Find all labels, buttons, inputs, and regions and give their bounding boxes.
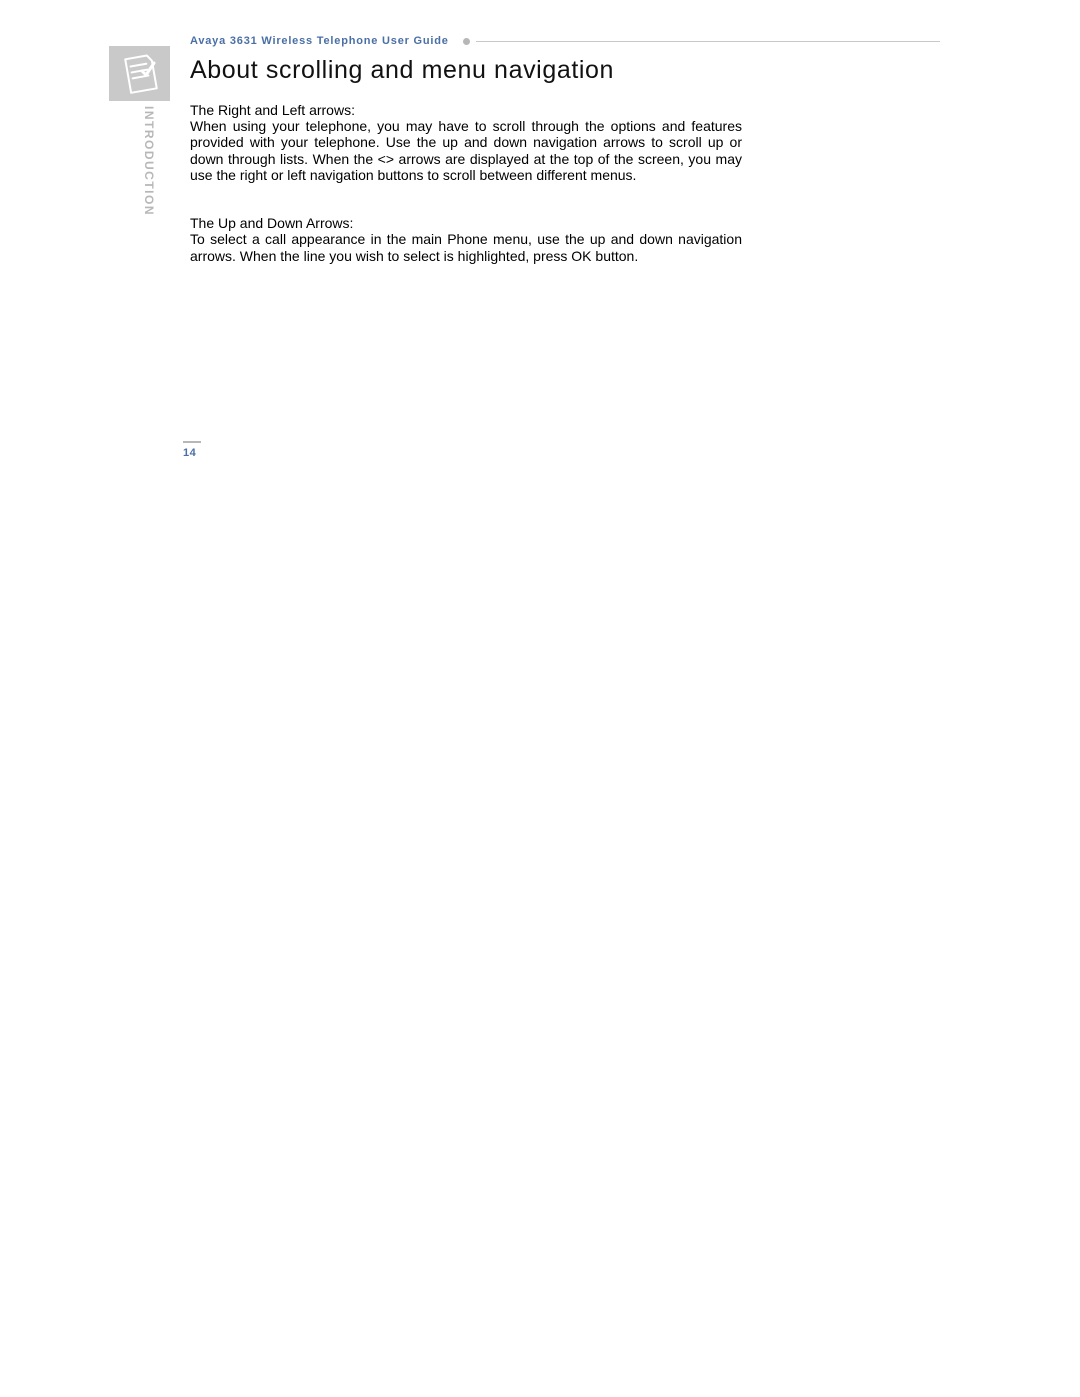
body-content: The Right and Left arrows: When using yo… [190,102,742,264]
paragraph-2-label: The Up and Down Arrows: [190,215,742,231]
document-page: Avaya 3631 Wireless Telephone User Guide… [0,0,1080,1397]
section-label: INTRODUCTION [142,106,156,216]
guide-title: Avaya 3631 Wireless Telephone User Guide [190,35,449,47]
page-number: 14 [183,447,196,459]
running-header: Avaya 3631 Wireless Telephone User Guide [190,34,940,48]
paragraph-1: When using your telephone, you may have … [190,118,742,183]
paragraph-1-label: The Right and Left arrows: [190,102,742,118]
page-title: About scrolling and menu navigation [190,56,614,85]
paragraph-2: To select a call appearance in the main … [190,231,742,263]
header-rule [476,41,940,42]
page-number-rule [183,441,201,443]
note-checklist-icon [109,46,170,101]
header-dot-icon [463,38,470,45]
